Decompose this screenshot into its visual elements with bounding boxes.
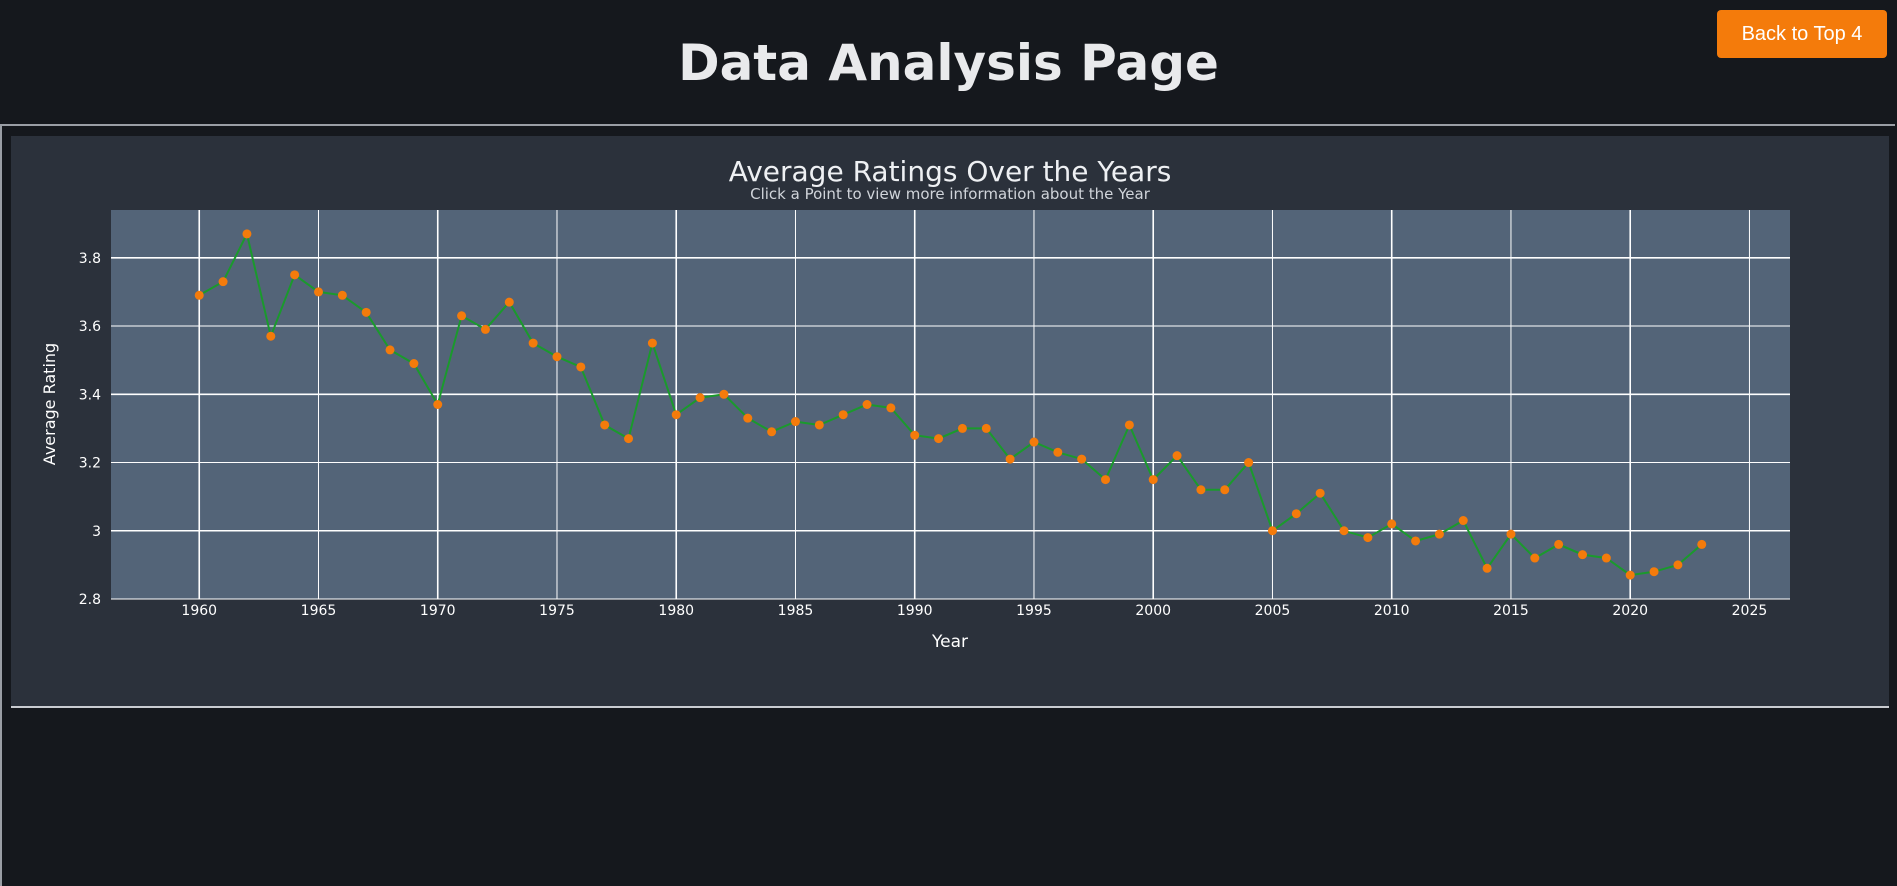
data-point[interactable] [313, 287, 323, 297]
data-point[interactable] [934, 434, 944, 444]
data-point[interactable] [433, 400, 443, 409]
data-point[interactable] [1196, 485, 1206, 495]
data-point[interactable] [528, 338, 538, 348]
data-point[interactable] [385, 345, 395, 355]
page-title: Data Analysis Page [678, 34, 1219, 92]
x-tick-label: 2015 [1493, 603, 1529, 619]
data-point[interactable] [957, 423, 967, 433]
x-tick-label: 1990 [897, 603, 933, 619]
data-point[interactable] [790, 417, 800, 427]
data-point[interactable] [337, 290, 347, 300]
y-tick-label: 3.8 [79, 251, 101, 267]
data-point[interactable] [1578, 550, 1588, 560]
data-point[interactable] [1267, 526, 1277, 536]
data-point[interactable] [767, 427, 777, 437]
ratings-line-chart: 1960 1965 1970 1975 1980 1985 1990 1995 2000 2005… [40, 155, 1790, 652]
data-point[interactable] [504, 297, 514, 307]
x-tick-label: 1960 [181, 603, 217, 619]
data-point[interactable] [1315, 488, 1325, 498]
data-point[interactable] [1601, 553, 1611, 563]
data-point[interactable] [647, 338, 657, 348]
x-tick-label: 1985 [778, 603, 814, 619]
data-point[interactable] [576, 362, 586, 372]
data-point[interactable] [1482, 563, 1492, 573]
data-point[interactable] [1172, 451, 1182, 461]
data-point[interactable] [1625, 570, 1635, 580]
y-tick-label: 2.8 [79, 592, 101, 608]
data-point[interactable] [1649, 567, 1659, 577]
data-point[interactable] [600, 420, 610, 430]
data-point[interactable] [1220, 485, 1230, 495]
data-point[interactable] [1530, 553, 1540, 563]
data-point[interactable] [242, 229, 252, 239]
data-point[interactable] [719, 389, 729, 399]
data-point[interactable] [1101, 475, 1111, 485]
data-point[interactable] [743, 413, 753, 423]
data-point[interactable] [862, 400, 872, 409]
data-point[interactable] [480, 324, 490, 334]
data-point[interactable] [910, 430, 920, 440]
data-point[interactable] [1506, 529, 1516, 539]
data-point[interactable] [1053, 447, 1063, 457]
x-tick-label: 2025 [1732, 603, 1768, 619]
data-point[interactable] [1434, 529, 1444, 539]
data-point[interactable] [1029, 437, 1039, 447]
data-point[interactable] [457, 311, 467, 321]
data-point[interactable] [1148, 475, 1158, 485]
data-point[interactable] [409, 359, 419, 369]
data-point[interactable] [552, 352, 562, 362]
data-point[interactable] [1005, 454, 1015, 464]
page-header: Data Analysis Page Back to Top 4 [0, 0, 1897, 124]
data-point[interactable] [1124, 420, 1134, 430]
data-point[interactable] [1077, 454, 1087, 464]
back-to-top-button[interactable]: Back to Top 4 [1717, 10, 1887, 58]
data-point[interactable] [695, 393, 705, 403]
data-point[interactable] [671, 410, 681, 420]
data-point[interactable] [1363, 533, 1373, 543]
chart-panel: 1960 1965 1970 1975 1980 1985 1990 1995 2000 2005… [11, 136, 1889, 708]
y-tick-label: 3.6 [79, 319, 101, 335]
chart-title: Average Ratings Over the Years [729, 155, 1172, 188]
data-point[interactable] [1387, 519, 1397, 529]
x-tick-label: 1975 [539, 603, 575, 619]
data-point[interactable] [290, 270, 300, 280]
data-point[interactable] [266, 331, 276, 341]
data-point[interactable] [361, 307, 371, 317]
x-axis-label: Year [931, 632, 968, 652]
y-tick-label: 3 [92, 524, 101, 540]
data-point[interactable] [838, 410, 848, 420]
x-tick-label: 1995 [1016, 603, 1052, 619]
data-point[interactable] [1291, 509, 1301, 519]
x-tick-label: 2000 [1135, 603, 1171, 619]
chart-subtitle: Click a Point to view more information a… [750, 185, 1151, 203]
data-point[interactable] [1554, 539, 1564, 549]
x-tick-label: 1965 [301, 603, 337, 619]
data-point[interactable] [981, 423, 991, 433]
data-point[interactable] [1697, 539, 1707, 549]
x-tick-label: 2005 [1255, 603, 1291, 619]
x-tick-label: 2020 [1612, 603, 1648, 619]
data-point[interactable] [194, 290, 204, 300]
y-axis-label: Average Rating [40, 343, 59, 465]
y-tick-label: 3.2 [79, 456, 101, 472]
data-point[interactable] [1673, 560, 1683, 570]
data-point[interactable] [1458, 516, 1468, 526]
data-point[interactable] [886, 403, 896, 413]
x-tick-label: 1970 [420, 603, 456, 619]
x-tick-label: 1980 [658, 603, 694, 619]
data-point[interactable] [218, 277, 228, 287]
data-point[interactable] [624, 434, 634, 444]
data-point[interactable] [1339, 526, 1349, 536]
data-point[interactable] [814, 420, 824, 430]
data-point[interactable] [1244, 458, 1254, 468]
x-tick-label: 2010 [1374, 603, 1410, 619]
data-point[interactable] [1411, 536, 1421, 546]
plot-area [111, 210, 1790, 599]
y-tick-label: 3.4 [79, 387, 101, 403]
